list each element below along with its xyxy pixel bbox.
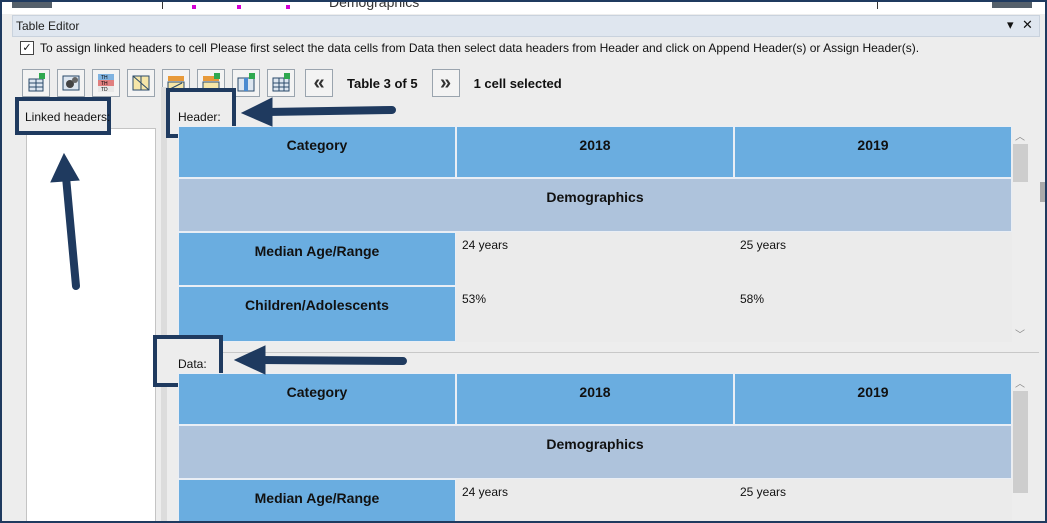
arrow-head	[50, 152, 80, 183]
arrow-to-linked-headers	[62, 173, 80, 290]
arrow-to-header-label	[263, 106, 396, 116]
table-editor-window: Demographics Table Editor ▾ ✕ ✓ To assig…	[0, 0, 1047, 523]
arrow-head	[240, 97, 273, 127]
arrow-to-data-label	[256, 356, 407, 365]
annotation-arrows	[50, 97, 407, 375]
arrow-head	[233, 345, 266, 375]
